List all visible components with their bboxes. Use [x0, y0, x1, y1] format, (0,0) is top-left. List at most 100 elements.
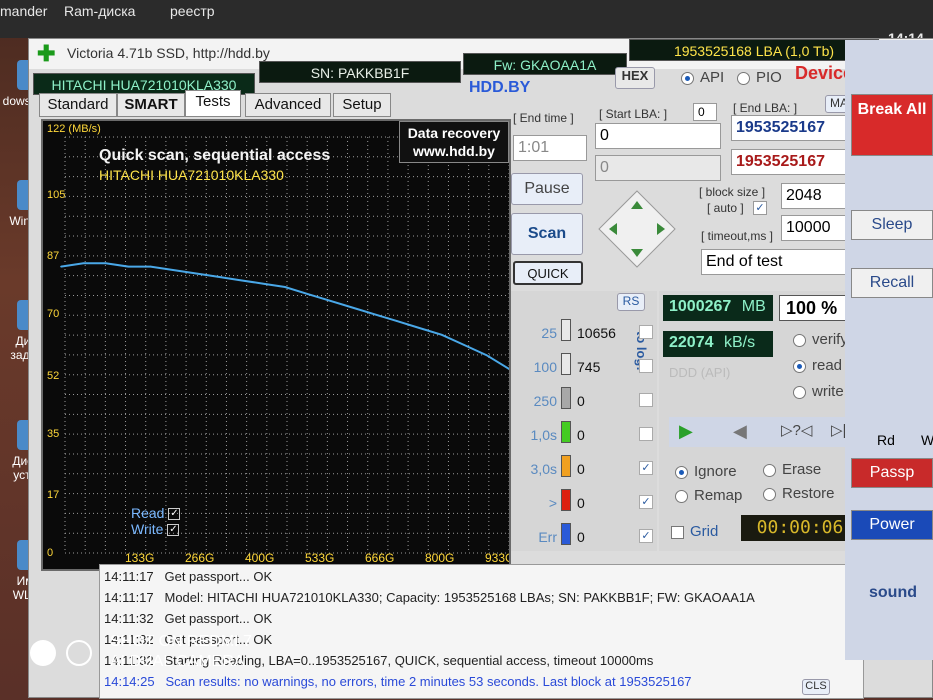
taskbar-item-registry[interactable]: реестр	[170, 3, 215, 19]
stats-log-checkbox[interactable]	[639, 359, 653, 373]
stats-log-checkbox[interactable]	[639, 393, 653, 407]
cls-button[interactable]: CLS	[802, 679, 830, 695]
stats-row: 1,0s 0	[511, 421, 657, 451]
api-radio[interactable]: API	[681, 69, 724, 86]
read-radio[interactable]: read	[793, 357, 842, 374]
log-line: 14:14:25 Scan results: no warnings, no e…	[104, 674, 692, 689]
restore-radio[interactable]: Restore	[763, 485, 835, 502]
y-tick-label: 70	[47, 308, 60, 321]
stats-threshold: 25	[541, 325, 557, 341]
window-title: Victoria 4.71b SSD, http://hdd.by	[67, 45, 270, 61]
watermark-dot-2	[66, 640, 92, 666]
x-tick-label: 133G	[125, 551, 155, 565]
stats-log-checkbox[interactable]	[639, 427, 653, 441]
grid-checkbox[interactable]: Grid	[671, 523, 718, 540]
back-icon[interactable]: ◀	[733, 421, 747, 442]
elapsed-timer: 00:00:06	[741, 515, 859, 541]
read-toggle[interactable]: Read ✓	[131, 505, 181, 521]
app-plus-icon: ✚	[37, 41, 56, 66]
data-point	[127, 265, 129, 268]
erase-radio[interactable]: Erase	[763, 461, 821, 478]
direction-pad[interactable]	[595, 187, 679, 271]
start-lba-small[interactable]: 0	[693, 103, 717, 121]
tab-smart[interactable]: SMART	[117, 93, 185, 117]
rs-button[interactable]: RS	[617, 293, 645, 311]
stats-threshold: Err	[538, 529, 557, 545]
log-text: Model: HITACHI HUA721010KLA330; Capacity…	[164, 590, 755, 605]
stats-color-bar	[561, 523, 571, 545]
end-lba-current: 1953525167	[731, 149, 861, 175]
data-point	[261, 282, 264, 285]
stats-count: 0	[577, 393, 585, 409]
y-tick-label: 52	[47, 369, 60, 382]
stats-threshold: 3,0s	[530, 461, 557, 477]
tab-tests[interactable]: Tests	[185, 90, 241, 117]
write-radio[interactable]: write	[793, 383, 844, 400]
data-point	[82, 262, 85, 264]
stats-color-bar	[561, 387, 571, 409]
data-point	[149, 265, 152, 268]
top-taskbar: mander Ram-диска реестр 14:14	[0, 0, 933, 46]
log-time: 14:14:25	[104, 674, 155, 689]
data-point	[396, 320, 398, 322]
data-point	[172, 269, 174, 271]
tab-standard[interactable]: Standard	[39, 93, 117, 117]
pause-button[interactable]: Pause	[511, 173, 583, 205]
power-button[interactable]: Power	[851, 510, 933, 540]
sleep-button[interactable]: Sleep	[851, 210, 933, 240]
stats-log-checkbox[interactable]: ✓	[639, 495, 653, 509]
stats-log-checkbox[interactable]	[639, 325, 653, 339]
quick-button[interactable]: QUICK	[513, 261, 583, 285]
sound-checkbox[interactable]: sound	[869, 584, 917, 602]
data-point	[217, 276, 219, 278]
speed-display: 22074 kB/s	[663, 331, 773, 357]
ignore-radio[interactable]: Ignore	[675, 463, 737, 480]
right-side-panel: Break All Sleep Recall Rd W Passp Power …	[845, 40, 933, 660]
play-icon[interactable]: ▶	[679, 421, 693, 442]
block-stats-panel: RS to log: 25 10656 100 745 250 0 1,0s 0 3,0s 0 ✓ >…	[511, 291, 657, 551]
tab-setup[interactable]: Setup	[333, 93, 391, 117]
end-time-input[interactable]: 1:01	[513, 135, 587, 161]
passport-button[interactable]: Passp	[851, 458, 933, 488]
radio-dot	[675, 489, 688, 503]
pio-radio[interactable]: PIO	[737, 69, 782, 86]
radio-dot	[675, 465, 688, 479]
stats-count: 0	[577, 461, 585, 477]
break-all-button[interactable]: Break All	[851, 94, 933, 156]
hex-button[interactable]: HEX	[615, 67, 655, 89]
data-recovery-banner: Data recovery www.hdd.by	[399, 121, 509, 163]
read-speed-series	[60, 262, 509, 370]
write-toggle[interactable]: Write ✓	[131, 521, 180, 537]
auto-checkbox[interactable]: ✓	[753, 201, 767, 215]
log-time: 14:11:17	[104, 590, 154, 605]
end-lba-input[interactable]: 1953525167	[731, 115, 861, 141]
screen: mander Ram-диска реестр 14:14 dows nagen…	[0, 0, 933, 700]
start-lba-input[interactable]: 0	[595, 123, 721, 149]
end-of-test-select[interactable]: End of test	[701, 249, 861, 275]
y-tick-label: 0	[47, 547, 54, 559]
recall-button[interactable]: Recall	[851, 268, 933, 298]
stats-row: 100 745	[511, 353, 657, 383]
ddd-api-checkbox[interactable]: DDD (API)	[669, 365, 730, 380]
data-point	[441, 334, 443, 336]
camera-watermark: SHOT ON REDMI 7 AI DUAL CAMERA	[110, 633, 252, 670]
log-line: 14:11:32 Get passport... OK	[104, 611, 272, 626]
stats-log-checkbox[interactable]: ✓	[639, 461, 653, 475]
scan-button[interactable]: Scan	[511, 213, 583, 255]
data-point	[373, 313, 376, 316]
block-size-label: [ block size ]	[699, 185, 766, 199]
taskbar-item-commander[interactable]: mander	[0, 3, 47, 19]
stats-log-checkbox[interactable]: ✓	[639, 529, 653, 543]
watermark-dot-1	[30, 640, 56, 666]
log-text: Scan results: no warnings, no errors, ti…	[165, 674, 692, 689]
taskbar-item-ramdisk[interactable]: Ram-диска	[64, 3, 135, 19]
log-time: 14:11:32	[104, 611, 154, 626]
remap-radio[interactable]: Remap	[675, 487, 742, 504]
start-lba-secondary[interactable]: 0	[595, 155, 721, 181]
data-point	[239, 279, 241, 281]
data-point	[105, 262, 107, 264]
graph-unit-label: 122 (MB/s)	[47, 123, 101, 135]
tab-advanced[interactable]: Advanced	[245, 93, 331, 117]
skip-unknown-icon[interactable]: ▷?◁	[781, 421, 812, 439]
verify-radio[interactable]: verify	[793, 331, 848, 348]
